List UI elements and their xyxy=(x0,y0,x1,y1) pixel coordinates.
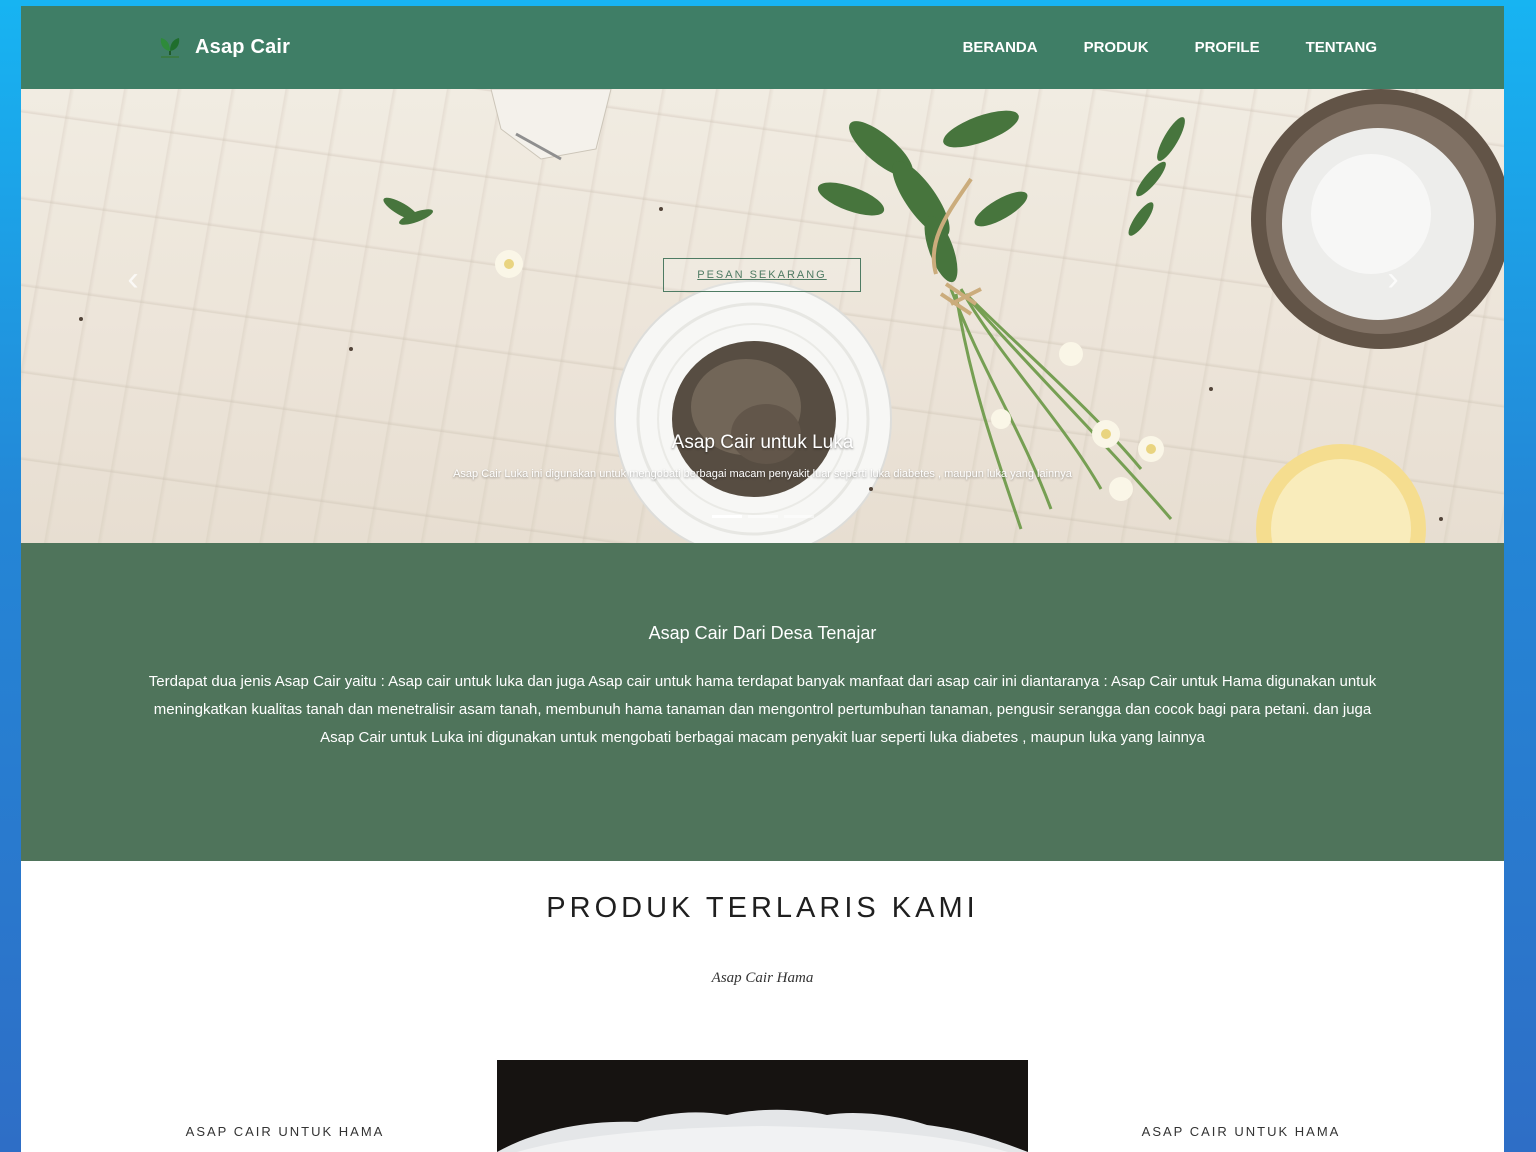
brand[interactable]: Asap Cair xyxy=(155,32,290,62)
carousel-indicators xyxy=(21,515,1504,518)
product-image[interactable] xyxy=(497,1060,1028,1152)
product-label-left[interactable]: ASAP CAIR UNTUK HAMA xyxy=(155,1124,415,1139)
chevron-left-icon: ‹ xyxy=(127,260,139,298)
leaf-logo-icon xyxy=(160,38,180,58)
products-subtitle: Asap Cair Hama xyxy=(711,970,814,986)
navbar: Asap Cair BERANDA PRODUK PROFILE TENTANG xyxy=(21,6,1504,89)
hero-carousel: ‹ › PESAN SEKARANG Asap Cair untuk Luka … xyxy=(21,89,1504,543)
nav-link-beranda[interactable]: BERANDA xyxy=(963,39,1038,56)
carousel-next-button[interactable]: › xyxy=(1378,259,1408,299)
nav-link-produk[interactable]: PRODUK xyxy=(1084,39,1149,56)
carousel-indicator[interactable] xyxy=(747,515,778,518)
product-plate-image xyxy=(497,1060,1028,1152)
carousel-indicator[interactable] xyxy=(783,515,814,518)
page: Asap Cair BERANDA PRODUK PROFILE TENTANG xyxy=(21,6,1504,1152)
about-section: Asap Cair Dari Desa Tenajar Terdapat dua… xyxy=(21,543,1504,861)
carousel-prev-button[interactable]: ‹ xyxy=(118,259,148,299)
order-now-button[interactable]: PESAN SEKARANG xyxy=(663,258,861,292)
about-text: Terdapat dua jenis Asap Cair yaitu : Asa… xyxy=(148,673,1377,746)
nav-link-tentang[interactable]: TENTANG xyxy=(1306,39,1377,56)
chevron-right-icon: › xyxy=(1387,260,1399,298)
slide-caption-title: Asap Cair untuk Luka xyxy=(671,432,854,453)
carousel-indicator[interactable] xyxy=(711,515,742,518)
nav-menu: BERANDA PRODUK PROFILE TENTANG xyxy=(963,6,1377,89)
product-label-right[interactable]: ASAP CAIR UNTUK HAMA xyxy=(1111,1124,1371,1139)
nav-link-profile[interactable]: PROFILE xyxy=(1195,39,1260,56)
brand-name: Asap Cair xyxy=(195,35,291,58)
slide-caption-text: Asap Cair Luka ini digunakan untuk mengo… xyxy=(453,468,1072,480)
about-title: Asap Cair Dari Desa Tenajar xyxy=(648,623,877,643)
products-title: PRODUK TERLARIS KAMI xyxy=(546,892,979,924)
